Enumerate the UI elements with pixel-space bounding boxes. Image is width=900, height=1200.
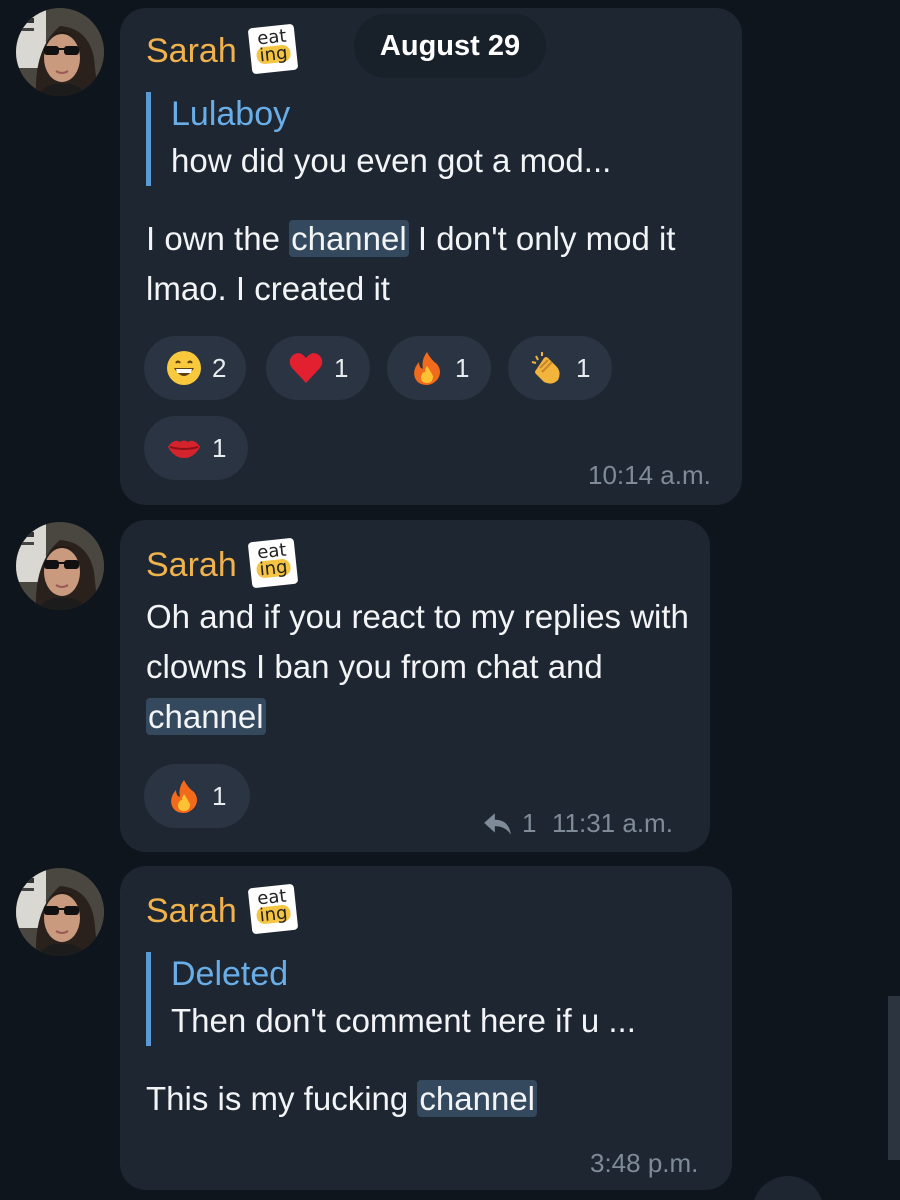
fire-icon <box>409 350 445 386</box>
date-separator: August 29 <box>354 14 546 78</box>
reaction-chip[interactable]: 1 <box>508 336 612 400</box>
sender-avatar[interactable] <box>16 868 104 956</box>
channel-link[interactable]: channel <box>417 1080 538 1117</box>
kiss-mark-icon <box>166 430 202 466</box>
sender-avatar[interactable] <box>16 8 104 96</box>
reaction-count: 1 <box>334 352 349 383</box>
reaction-chip[interactable]: 1 <box>144 764 250 828</box>
reaction-chip[interactable]: 1 <box>266 336 370 400</box>
channel-link[interactable]: channel <box>146 698 266 735</box>
reaction-chip[interactable]: 1 <box>144 416 248 480</box>
reaction-count: 1 <box>455 352 470 383</box>
reply-snippet: how did you even got a mod... <box>171 142 612 179</box>
reaction-count: 2 <box>212 352 227 383</box>
message-time: 3:48 p.m. <box>590 1148 699 1178</box>
scroll-down-button[interactable] <box>752 1176 824 1200</box>
sender-name[interactable]: Sarah <box>146 892 237 931</box>
reaction-count: 1 <box>212 432 227 463</box>
admin-badge: eat ing <box>247 883 299 935</box>
sender-avatar[interactable] <box>16 522 104 610</box>
reaction-count: 1 <box>576 352 591 383</box>
reaction-chip[interactable]: 2 <box>144 336 246 400</box>
grinning-face-icon <box>166 350 202 386</box>
message-bubble[interactable]: Sarah eat ing Lulaboy how did you even g… <box>120 8 742 505</box>
message-text: I own the channel I don't only mod it lm… <box>146 220 676 307</box>
sender-name[interactable]: Sarah <box>146 546 237 585</box>
message-text: This is my fucking channel <box>146 1080 538 1117</box>
red-heart-icon <box>288 350 324 386</box>
admin-badge: eat ing <box>247 23 299 75</box>
admin-badge: eat ing <box>247 537 299 589</box>
reply-preview[interactable]: Lulaboy how did you even got a mod... <box>146 92 611 186</box>
message-bubble[interactable]: Sarah eat ing Oh and if you react to my … <box>120 520 710 852</box>
message-bubble[interactable]: Sarah eat ing Deleted Then don't comment… <box>120 866 732 1190</box>
message-time: 11:31 a.m. <box>552 808 673 838</box>
clapping-hands-icon <box>530 350 566 386</box>
message-text: Oh and if you react to my replies with c… <box>146 598 689 735</box>
reaction-count: 1 <box>212 780 227 811</box>
fire-icon <box>166 778 202 814</box>
replies-counter[interactable]: 1 <box>482 808 536 839</box>
reply-preview[interactable]: Deleted Then don't comment here if u ... <box>146 952 636 1046</box>
reply-author: Deleted <box>171 955 289 993</box>
sender-name[interactable]: Sarah <box>146 32 237 71</box>
reply-snippet: Then don't comment here if u ... <box>171 1002 636 1039</box>
reaction-chip[interactable]: 1 <box>387 336 491 400</box>
scrollbar[interactable] <box>888 996 900 1160</box>
reply-arrow-icon <box>482 811 512 837</box>
reply-author: Lulaboy <box>171 95 291 133</box>
channel-link[interactable]: channel <box>289 220 409 257</box>
message-time: 10:14 a.m. <box>588 460 711 490</box>
